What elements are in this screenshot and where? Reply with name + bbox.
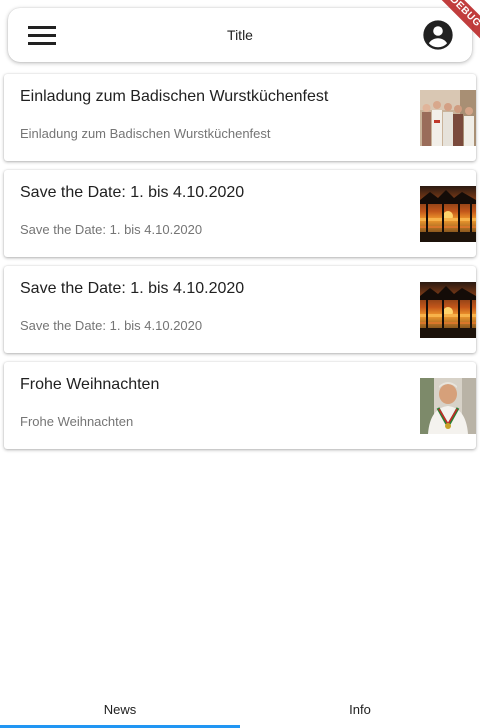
news-card[interactable]: Frohe Weihnachten Frohe Weihnachten (4, 362, 476, 449)
page-title: Title (227, 27, 253, 43)
news-thumbnail-sunset-photo (420, 282, 476, 338)
news-card-title: Save the Date: 1. bis 4.10.2020 (20, 184, 245, 201)
news-card-title: Frohe Weihnachten (20, 376, 160, 393)
news-list: Einladung zum Badischen Wurstküchenfest … (4, 74, 476, 458)
news-thumbnail-portrait-photo (420, 378, 476, 434)
account-circle-icon (423, 20, 453, 50)
news-thumbnail-sunset-photo (420, 186, 476, 242)
news-card[interactable]: Save the Date: 1. bis 4.10.2020 Save the… (4, 266, 476, 353)
news-card[interactable]: Einladung zum Badischen Wurstküchenfest … (4, 74, 476, 161)
news-card-title: Save the Date: 1. bis 4.10.2020 (20, 280, 245, 297)
app-screen: Title DEBUG Einladung zum Badischen Wurs… (0, 0, 480, 728)
tab-news-label: News (103, 702, 137, 717)
news-card-subtitle: Save the Date: 1. bis 4.10.2020 (20, 222, 203, 237)
news-card-subtitle: Frohe Weihnachten (20, 414, 134, 429)
tab-info[interactable]: Info (240, 700, 480, 728)
menu-icon (28, 25, 56, 29)
news-card[interactable]: Save the Date: 1. bis 4.10.2020 Save the… (4, 170, 476, 257)
account-button[interactable] (422, 19, 454, 51)
news-card-subtitle: Save the Date: 1. bis 4.10.2020 (20, 318, 203, 333)
news-card-title: Einladung zum Badischen Wurstküchenfest (20, 88, 329, 105)
news-thumbnail-group-photo (420, 90, 476, 146)
bottom-navigation: News Info (0, 700, 480, 728)
menu-button[interactable] (22, 17, 62, 53)
tab-news[interactable]: News (0, 700, 240, 728)
tab-info-label: Info (349, 702, 371, 717)
news-card-subtitle: Einladung zum Badischen Wurstküchenfest (20, 126, 271, 141)
top-app-bar: Title (8, 8, 472, 62)
